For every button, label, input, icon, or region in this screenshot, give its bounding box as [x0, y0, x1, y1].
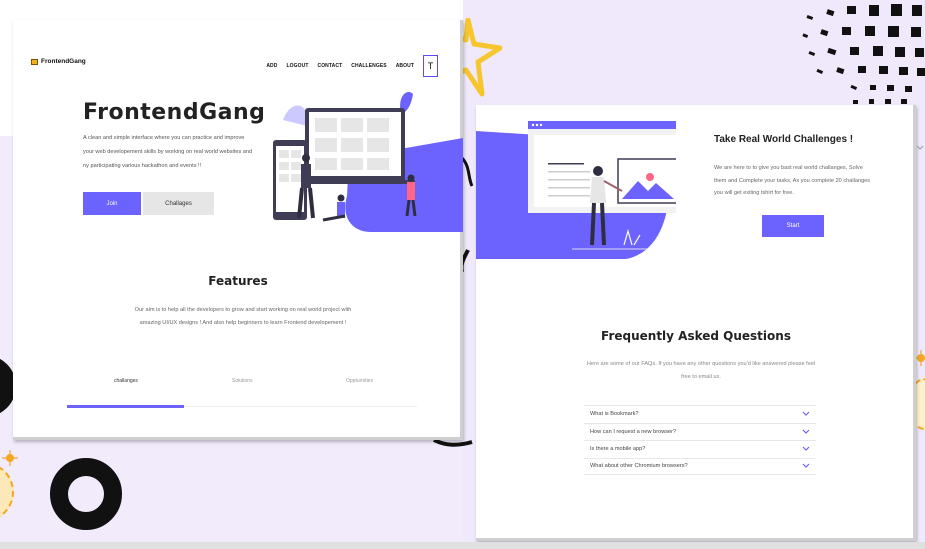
chevron-down-icon: [802, 463, 810, 469]
faq-question: What is Bookmark?: [590, 411, 639, 418]
feature-tabs: challanges Solutions Oppturnities: [67, 370, 417, 412]
hero-description: A clean and simple interface where you c…: [83, 135, 253, 169]
start-button[interactable]: Start: [762, 215, 824, 237]
brand-name: FrontendGang: [41, 58, 86, 65]
faq-item[interactable]: Is there a mobile app?: [584, 440, 816, 458]
challenges-button[interactable]: Challages: [143, 192, 214, 215]
chevron-down-icon: [916, 145, 924, 150]
faq-list: What is Bookmark? How can I request a ne…: [584, 405, 816, 475]
tab-oppturnities[interactable]: Oppturnities: [346, 378, 373, 384]
nav-user-button[interactable]: T: [423, 55, 438, 77]
hero-title: FrontendGang: [83, 100, 266, 125]
faq-title: Frequently Asked Questions: [601, 329, 791, 343]
faq-item[interactable]: How can I request a new browser?: [584, 422, 816, 441]
challenges-title: Take Real World Challenges !: [714, 134, 854, 145]
landing-page-preview: FrontendGang ADD LOGOUT CONTACT CHALLENG…: [13, 20, 463, 440]
sparkle-decoration: [2, 450, 18, 466]
bottom-bar: [0, 542, 925, 549]
hero-illustration: [273, 92, 463, 232]
nav-link-about[interactable]: ABOUT: [396, 63, 414, 69]
faq-question: How can I request a new browser?: [590, 428, 677, 435]
faq-item[interactable]: What is Bookmark?: [584, 405, 816, 423]
tab-challanges[interactable]: challanges: [114, 378, 138, 384]
join-button[interactable]: Join: [83, 192, 141, 215]
chevron-down-icon: [802, 446, 810, 452]
tab-solutions[interactable]: Solutions: [232, 378, 253, 384]
halftone-decoration: [802, 4, 925, 104]
chevron-down-icon: [802, 429, 810, 434]
brand-icon: [31, 58, 38, 65]
nav-link-contact[interactable]: CONTACT: [317, 63, 342, 69]
faq-item[interactable]: What about other Chromium browsers?: [584, 457, 816, 475]
nav-link-logout[interactable]: LOGOUT: [286, 63, 308, 69]
faq-question: What about other Chromium browsers?: [590, 463, 688, 470]
nav-link-add[interactable]: ADD: [266, 63, 277, 69]
brand-logo[interactable]: FrontendGang: [31, 58, 86, 65]
challenges-illustration: [476, 121, 676, 259]
challenges-description: We are here to to give you bast real wor…: [714, 165, 871, 196]
challenges-faq-preview: Take Real World Challenges ! We are here…: [476, 105, 924, 541]
features-description: Our aim is to help all the developers to…: [134, 307, 352, 326]
top-nav: FrontendGang ADD LOGOUT CONTACT CHALLENG…: [31, 55, 450, 77]
nav-links: ADD LOGOUT CONTACT CHALLENGES ABOUT T: [266, 55, 438, 77]
faq-description: Here are some of our FAQs. If you have a…: [586, 361, 816, 380]
tab-active-indicator: [67, 405, 184, 408]
chevron-down-icon: [802, 411, 810, 417]
features-title: Features: [208, 274, 268, 288]
faq-question: Is there a mobile app?: [590, 446, 646, 453]
nav-link-challenges[interactable]: CHALLENGES: [351, 63, 386, 69]
ring-decoration: [50, 458, 122, 530]
